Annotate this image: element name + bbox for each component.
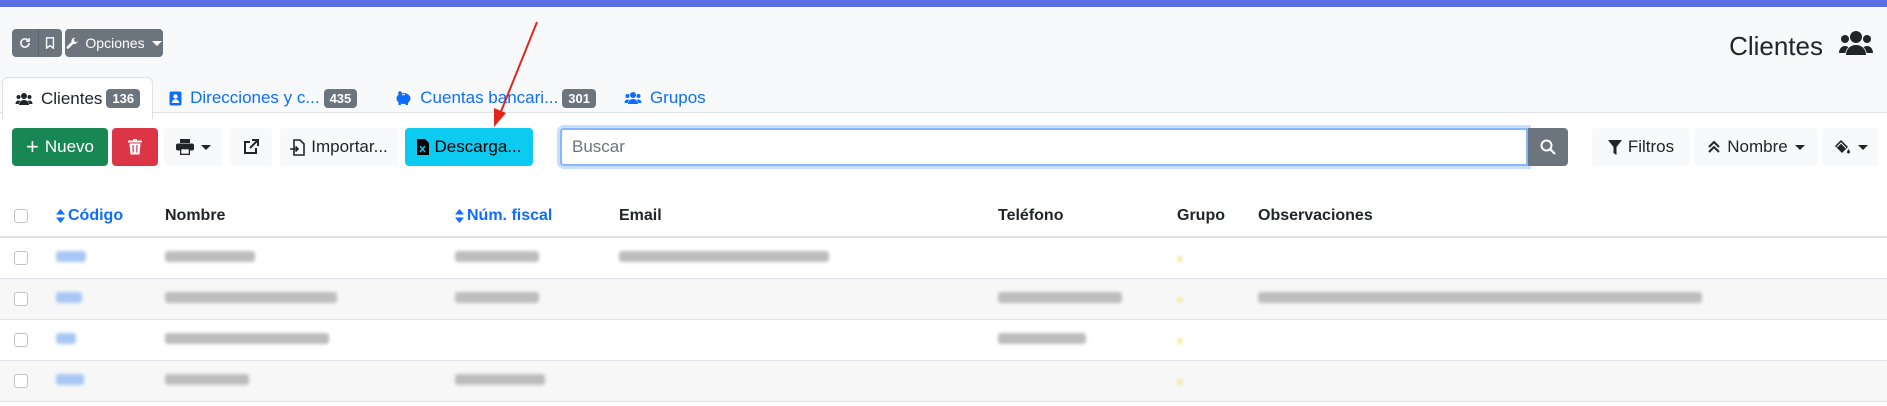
print-icon — [175, 139, 194, 155]
tab-clientes[interactable]: Clientes 136 — [2, 77, 154, 120]
chevron-down-icon — [151, 40, 162, 46]
chevron-down-icon — [1857, 144, 1868, 150]
import-label: Importar... — [311, 137, 388, 156]
delete-button[interactable] — [112, 128, 158, 166]
tab-grupos[interactable]: Grupos — [612, 77, 718, 119]
tab-bar: Clientes 136 Direcciones y c... 435 Cuen… — [0, 77, 718, 120]
count-badge: 136 — [106, 89, 141, 108]
table-header-row: Código Nombre Núm. fiscal Email Teléfono… — [0, 196, 1887, 238]
new-button[interactable]: + Nuevo — [12, 128, 108, 166]
redacted-nombre — [165, 333, 329, 344]
redacted-observaciones — [1258, 292, 1702, 303]
top-accent-bar — [0, 0, 1887, 7]
bookmark-icon — [45, 37, 55, 49]
sort-label: Nombre — [1727, 137, 1788, 156]
search-icon — [1540, 139, 1556, 155]
tab-cuentas-bancarias[interactable]: Cuentas bancari... 301 — [383, 77, 608, 119]
redacted-codigo[interactable] — [56, 374, 84, 385]
row-checkbox[interactable] — [14, 251, 28, 265]
redacted-grupo — [1177, 297, 1183, 303]
column-header-codigo[interactable]: Código — [56, 196, 165, 238]
count-badge: 301 — [562, 88, 596, 108]
count-badge: 435 — [323, 88, 358, 108]
redacted-grupo — [1177, 338, 1183, 344]
sort-icon — [56, 208, 65, 223]
paint-bucket-icon — [1834, 140, 1850, 154]
filters-label: Filtros — [1627, 137, 1675, 156]
redacted-nombre — [165, 292, 337, 303]
select-all-cell — [0, 196, 56, 238]
redacted-email — [619, 251, 829, 262]
search-input[interactable] — [560, 128, 1528, 166]
chevron-down-icon — [200, 144, 211, 150]
filters-button[interactable]: Filtros — [1592, 128, 1690, 166]
table-row[interactable] — [0, 319, 1887, 361]
trash-icon — [128, 139, 142, 155]
import-button[interactable]: Importar... — [280, 128, 398, 166]
bookmark-button[interactable] — [38, 29, 62, 57]
action-button-group: Opciones — [12, 29, 163, 57]
redacted-nombre — [165, 251, 255, 262]
sort-up-icon — [1708, 140, 1720, 153]
redacted-codigo[interactable] — [56, 333, 76, 344]
reload-button[interactable] — [12, 29, 38, 57]
redacted-grupo — [1177, 256, 1183, 262]
wrench-icon — [67, 37, 79, 49]
open-external-button[interactable] — [230, 128, 272, 166]
redacted-telefono — [998, 292, 1122, 303]
select-all-checkbox[interactable] — [14, 209, 28, 223]
row-checkbox[interactable] — [14, 292, 28, 306]
redacted-nombre — [165, 374, 249, 385]
tab-label: Cuentas bancari... — [420, 88, 559, 107]
tab-label: Direcciones y c... — [190, 88, 320, 107]
file-import-icon — [290, 138, 306, 156]
column-header-email: Email — [619, 196, 998, 238]
color-dropdown-button[interactable] — [1822, 128, 1878, 166]
redacted-num-fiscal — [455, 251, 539, 262]
plus-icon: + — [26, 134, 39, 159]
redacted-num-fiscal — [455, 292, 539, 303]
page-title: Clientes — [1729, 31, 1823, 61]
page-header: Opciones Clientes Clientes 136 Direccion… — [0, 7, 1887, 120]
search-button[interactable] — [1528, 128, 1568, 166]
column-header-nombre: Nombre — [165, 196, 455, 238]
reload-icon — [20, 38, 30, 48]
piggy-bank-icon — [395, 91, 412, 105]
options-dropdown-button[interactable]: Opciones — [65, 29, 163, 57]
tab-direcciones[interactable]: Direcciones y c... 435 — [157, 77, 369, 119]
external-link-icon — [244, 139, 259, 154]
sort-icon — [455, 208, 464, 223]
redacted-codigo[interactable] — [56, 251, 86, 262]
column-header-num-fiscal[interactable]: Núm. fiscal — [455, 196, 619, 238]
redacted-num-fiscal — [455, 374, 545, 385]
users-cog-icon — [624, 91, 642, 105]
address-book-icon — [169, 91, 182, 106]
new-label: Nuevo — [44, 137, 94, 156]
table-row[interactable] — [0, 278, 1887, 320]
users-icon — [1839, 31, 1873, 55]
table-row[interactable] — [0, 237, 1887, 279]
column-header-observaciones: Observaciones — [1258, 196, 1887, 238]
file-excel-icon — [416, 139, 429, 155]
redacted-codigo[interactable] — [56, 292, 82, 303]
download-label: Descarga... — [434, 137, 522, 156]
print-dropdown-button[interactable] — [164, 128, 222, 166]
column-header-grupo: Grupo — [1177, 196, 1258, 238]
row-checkbox[interactable] — [14, 374, 28, 388]
tab-label: Grupos — [649, 88, 706, 107]
users-icon — [15, 92, 33, 106]
column-header-telefono: Teléfono — [998, 196, 1177, 238]
download-button[interactable]: Descarga... — [405, 128, 533, 166]
redacted-telefono — [998, 333, 1086, 344]
chevron-down-icon — [1794, 144, 1805, 150]
table-row[interactable] — [0, 360, 1887, 402]
filter-icon — [1607, 139, 1622, 155]
tab-label: Clientes — [41, 88, 103, 108]
clients-table: Código Nombre Núm. fiscal Email Teléfono… — [0, 196, 1887, 402]
options-label: Opciones — [85, 35, 145, 51]
row-checkbox[interactable] — [14, 333, 28, 347]
redacted-grupo — [1177, 379, 1183, 385]
sort-dropdown-button[interactable]: Nombre — [1694, 128, 1818, 166]
